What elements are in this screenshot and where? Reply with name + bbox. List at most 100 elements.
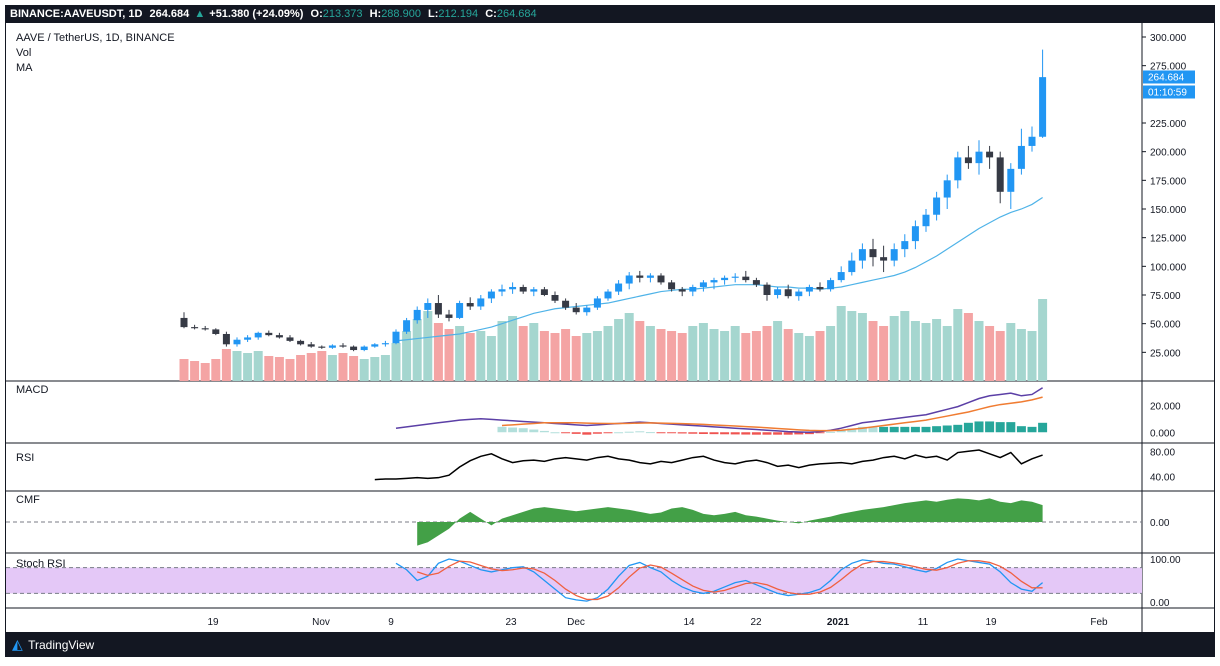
low-label: L:	[428, 8, 439, 20]
macd-histogram-bar	[879, 426, 889, 433]
volume-bar	[932, 319, 942, 381]
volume-bar	[624, 313, 634, 381]
volume-bar	[232, 351, 242, 381]
stoch-tick-label: 0.00	[1150, 598, 1170, 609]
volume-bar	[783, 329, 793, 381]
macd-histogram-bar	[582, 432, 592, 435]
candle-body	[858, 249, 866, 261]
volume-bar	[762, 326, 772, 381]
volume-bar	[741, 333, 751, 381]
volume-bar	[338, 353, 348, 381]
volume-bar	[804, 336, 814, 381]
price-tick-label: 75.000	[1150, 291, 1181, 302]
brand-label[interactable]: TradingView	[28, 638, 94, 652]
candle-body	[657, 275, 665, 283]
candle-body	[986, 151, 994, 158]
macd-histogram-bar	[667, 432, 677, 434]
candle-body	[498, 289, 506, 292]
macd-histogram-bar	[995, 422, 1005, 433]
timer-badge-text: 01:10:59	[1148, 87, 1187, 98]
candle-body	[901, 241, 909, 250]
macd-histogram-bar	[921, 426, 931, 433]
candle-body	[392, 331, 400, 344]
volume-bar	[190, 361, 200, 381]
macd-histogram-bar	[985, 421, 995, 433]
volume-bar	[879, 326, 889, 381]
price-tick-label: 200.000	[1150, 148, 1187, 159]
candle-body	[244, 337, 252, 340]
time-tick-label: 11	[918, 617, 929, 628]
volume-bar	[963, 313, 973, 381]
macd-histogram-bar	[773, 432, 783, 435]
stoch-tick-label: 100.00	[1150, 555, 1181, 566]
high-label: H:	[369, 8, 382, 20]
candle-body	[615, 283, 623, 292]
candle-body	[763, 284, 771, 295]
volume-bar	[370, 357, 380, 381]
candle-body	[381, 343, 389, 345]
volume-bar	[677, 333, 687, 381]
volume-bar	[720, 331, 730, 381]
footer-bar: ◭ TradingView	[6, 632, 1214, 656]
volume-bar	[730, 326, 740, 381]
volume-bar	[889, 316, 899, 381]
candle-body	[551, 295, 559, 301]
candle-body	[233, 339, 241, 345]
volume-bar	[836, 306, 846, 381]
macd-histogram-bar	[635, 431, 645, 433]
price-tick-label: 175.000	[1150, 176, 1187, 187]
macd-histogram-bar	[688, 432, 698, 434]
macd-histogram-bar	[550, 432, 560, 434]
volume-bar	[423, 311, 433, 381]
cmf-area	[417, 498, 1043, 546]
macd-tick-label: 20.000	[1150, 401, 1181, 412]
macd-histogram-bar	[910, 426, 920, 433]
symbol-label[interactable]: BINANCE:AAVEUSDT, 1D	[10, 8, 142, 20]
volume-bar	[306, 353, 316, 381]
candle-body	[286, 337, 294, 341]
macd-histogram-bar	[497, 426, 507, 433]
volume-bar	[868, 321, 878, 381]
time-tick-label: 19	[207, 617, 219, 628]
macd-histogram-bar	[614, 432, 624, 434]
volume-bar	[751, 331, 761, 381]
candle-body	[1028, 136, 1036, 146]
candle-body	[445, 314, 453, 318]
volume-bar	[571, 336, 581, 381]
candle-body	[360, 346, 368, 351]
candle-body	[328, 345, 336, 348]
volume-bar	[285, 359, 295, 381]
volume-bar	[910, 321, 920, 381]
volume-bar	[1006, 323, 1016, 381]
candle-body	[477, 298, 485, 307]
volume-bar	[539, 331, 549, 381]
candle-body	[933, 197, 941, 215]
candle-body	[975, 151, 983, 164]
high-value: 288.900	[381, 8, 421, 20]
volume-bar	[274, 357, 284, 381]
volume-bar	[985, 326, 995, 381]
candle-body	[456, 303, 464, 318]
candle-body	[1039, 77, 1047, 137]
price-tick-label: 225.000	[1150, 119, 1187, 130]
candle-body	[350, 346, 358, 351]
macd-histogram-bar	[1006, 422, 1016, 433]
candle-body	[572, 307, 580, 313]
candle-body	[540, 289, 548, 295]
time-tick-label: Nov	[312, 617, 330, 628]
price-tick-label: 50.000	[1150, 320, 1181, 331]
stoch-band	[6, 567, 1142, 594]
volume-bar	[497, 321, 507, 381]
tradingview-logo-icon[interactable]: ◭	[12, 632, 23, 656]
volume-bar	[380, 355, 390, 381]
macd-histogram-bar	[698, 432, 708, 435]
volume-bar	[296, 355, 306, 381]
macd-histogram-bar	[900, 426, 910, 433]
macd-histogram-bar	[624, 431, 634, 433]
chart-canvas[interactable]: 300.000275.000225.000200.000175.000150.0…	[6, 23, 1214, 632]
candle-body	[625, 275, 633, 284]
candle-body	[413, 309, 421, 321]
volume-bar	[900, 311, 910, 381]
candle-body	[678, 289, 686, 292]
candle-body	[403, 320, 411, 332]
